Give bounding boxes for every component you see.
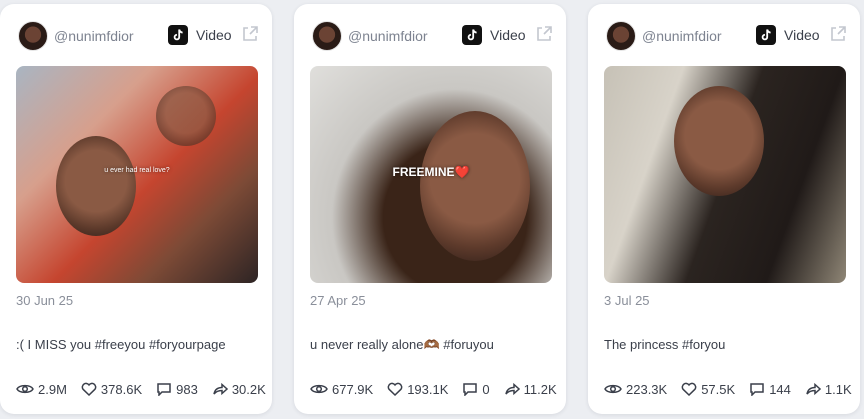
video-thumbnail[interactable] <box>604 66 846 283</box>
face-shape <box>56 136 136 236</box>
post-date: 30 Jun 25 <box>16 293 74 308</box>
shares-stat: 11.2K <box>504 382 557 397</box>
card-header: @nunimfdior Video <box>16 21 258 51</box>
views-stat: 677.9K <box>310 382 373 397</box>
post-card[interactable]: @nunimfdior Video u ever had real love? … <box>0 4 272 414</box>
shares-count: 11.2K <box>523 381 557 397</box>
external-link-icon[interactable] <box>240 24 260 44</box>
views-count: 2.9M <box>38 381 67 397</box>
likes-count: 193.1K <box>407 381 449 397</box>
comments-count: 144 <box>769 381 791 397</box>
likes-stat: 57.5K <box>681 382 735 397</box>
card-header: @nunimfdior Video <box>604 21 846 51</box>
tiktok-icon <box>462 25 482 45</box>
video-thumbnail[interactable]: FREEMINE❤️ <box>310 66 552 283</box>
post-caption: u never really alone🫶🏾 #foruyou <box>310 337 494 352</box>
tiktok-icon <box>168 25 188 45</box>
external-link-icon[interactable] <box>534 24 554 44</box>
avatar[interactable] <box>312 21 342 51</box>
thumbnail-caption: u ever had real love? <box>104 167 170 174</box>
post-caption: :( I MISS you #freeyou #foryourpage <box>16 337 226 352</box>
share-icon <box>806 382 821 396</box>
video-thumbnail[interactable]: u ever had real love? <box>16 66 258 283</box>
views-count: 223.3K <box>626 381 668 397</box>
heart-icon <box>681 382 697 396</box>
post-card[interactable]: @nunimfdior Video FREEMINE❤️ 27 Apr 25 u… <box>294 4 566 414</box>
username[interactable]: @nunimfdior <box>642 28 722 44</box>
avatar[interactable] <box>606 21 636 51</box>
media-type-label: Video <box>196 27 232 43</box>
face-shape <box>156 86 216 146</box>
comments-stat: 144 <box>749 382 791 397</box>
comments-count: 983 <box>176 381 198 397</box>
shares-stat: 30.2K <box>212 382 266 397</box>
views-stat: 2.9M <box>16 382 67 397</box>
heart-icon <box>81 382 97 396</box>
views-stat: 223.3K <box>604 382 667 397</box>
face-shape <box>674 86 764 196</box>
avatar[interactable] <box>18 21 48 51</box>
media-type-label: Video <box>784 27 820 43</box>
likes-stat: 378.6K <box>81 382 142 397</box>
face-shape <box>420 111 530 261</box>
post-date: 3 Jul 25 <box>604 293 650 308</box>
comment-icon <box>463 383 478 396</box>
likes-count: 378.6K <box>100 381 143 397</box>
post-date: 27 Apr 25 <box>310 293 366 308</box>
username[interactable]: @nunimfdior <box>348 28 428 44</box>
eye-icon <box>310 384 328 394</box>
comments-count: 0 <box>482 381 490 397</box>
heart-icon <box>387 382 403 396</box>
shares-stat: 1.1K <box>805 382 852 397</box>
post-stats: 677.9K 193.1K 0 11.2K <box>310 380 557 398</box>
likes-stat: 193.1K <box>387 382 448 397</box>
shares-count: 1.1K <box>824 381 852 397</box>
post-stats: 223.3K 57.5K 144 1.1K <box>604 380 852 398</box>
likes-count: 57.5K <box>701 381 736 397</box>
card-header: @nunimfdior Video <box>310 21 552 51</box>
eye-icon <box>16 384 34 394</box>
comment-icon <box>157 383 171 396</box>
views-count: 677.9K <box>332 381 374 397</box>
thumbnail-caption: FREEMINE❤️ <box>392 165 470 179</box>
external-link-icon[interactable] <box>828 24 848 44</box>
eye-icon <box>604 384 622 394</box>
post-stats: 2.9M 378.6K 983 30.2K <box>16 380 266 398</box>
comment-icon <box>750 383 764 396</box>
username[interactable]: @nunimfdior <box>54 28 134 44</box>
media-type-label: Video <box>490 27 526 43</box>
shares-count: 30.2K <box>231 381 266 397</box>
tiktok-icon <box>756 25 776 45</box>
post-caption: The princess #foryou <box>604 337 726 352</box>
post-card[interactable]: @nunimfdior Video 3 Jul 25 The princess … <box>588 4 860 414</box>
share-icon <box>213 382 228 396</box>
comments-stat: 983 <box>156 382 198 397</box>
comments-stat: 0 <box>462 381 490 397</box>
share-icon <box>504 382 520 396</box>
